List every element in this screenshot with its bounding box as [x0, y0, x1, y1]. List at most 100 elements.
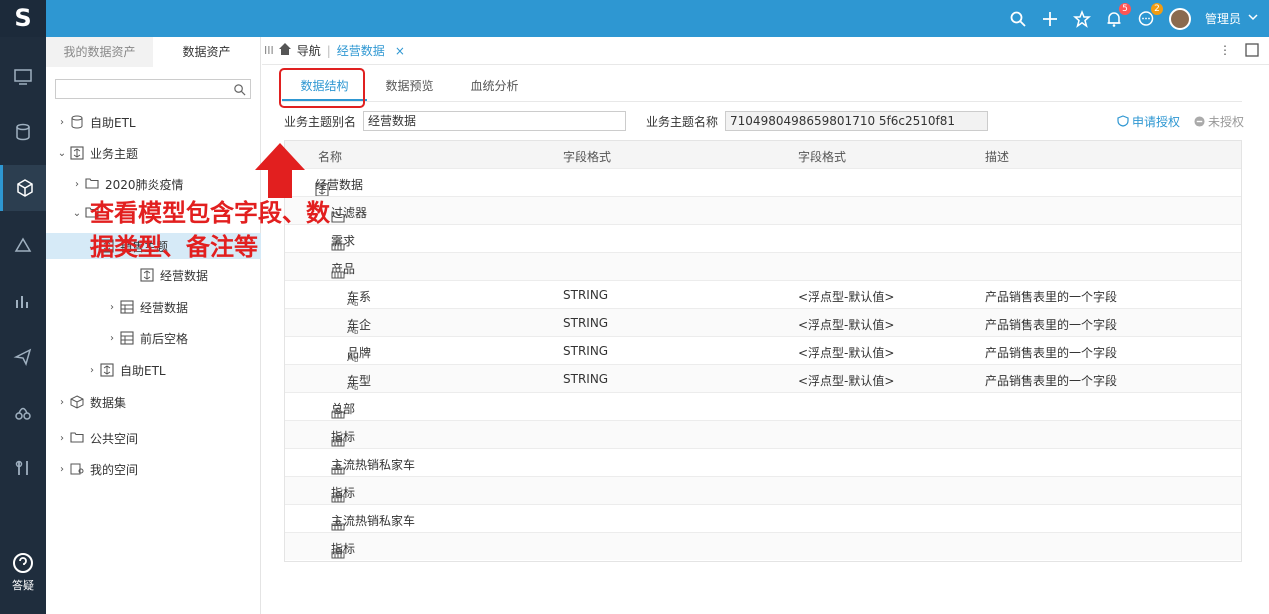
tree-item[interactable]: ⌄ 业务主题 — [46, 140, 261, 166]
table-row[interactable]: 指标 — [285, 420, 1241, 448]
svg-text:A: A — [347, 353, 354, 363]
table-row[interactable]: 产品 — [285, 252, 1241, 280]
tree-item[interactable]: › 2020肺炎疫情 — [46, 171, 261, 197]
tree-item-label: 我的空间 — [90, 462, 139, 477]
table-row[interactable]: Ab 车系 STRING <浮点型-默认值> 产品销售表里的一个字段 — [285, 280, 1241, 308]
window-icon[interactable] — [1245, 43, 1259, 60]
search-icon[interactable] — [1009, 10, 1027, 28]
tab-lineage[interactable]: 血统分析 — [452, 75, 537, 101]
cell-name: 主流热销私家车 — [331, 456, 415, 475]
svg-text:b: b — [354, 356, 359, 363]
close-icon[interactable]: × — [395, 44, 405, 58]
table-row[interactable]: 经营数据 — [285, 168, 1241, 197]
database-icon[interactable] — [0, 109, 46, 155]
minus-circle-icon — [1194, 115, 1205, 127]
search-icon[interactable] — [233, 83, 246, 96]
home-icon[interactable] — [278, 42, 292, 59]
alias-label: 业务主题别名 — [284, 114, 357, 129]
cell-desc: 产品销售表里的一个字段 — [985, 318, 1118, 332]
cell-desc: 产品销售表里的一个字段 — [985, 346, 1118, 360]
auth-status: 未授权 — [1194, 113, 1244, 130]
topic-icon — [70, 146, 86, 160]
monitor-icon[interactable] — [0, 54, 46, 100]
chevron-right-icon[interactable]: › — [56, 397, 68, 408]
text-field-icon: Ab — [347, 379, 361, 392]
tools-icon[interactable] — [0, 445, 46, 491]
table-row[interactable]: 总部 — [285, 392, 1241, 420]
folder-icon — [331, 211, 345, 223]
search-input[interactable] — [55, 79, 251, 99]
tab-data-preview[interactable]: 数据预览 — [367, 75, 452, 101]
cell-name: 指标 — [331, 540, 355, 559]
tree-item-label: 前后空格 — [140, 331, 189, 346]
tree-item[interactable]: › 数据集 — [46, 389, 261, 415]
tab-business-data[interactable]: 经营数据 — [337, 42, 385, 59]
analysis-icon[interactable] — [0, 222, 46, 268]
app-logo[interactable]: S — [0, 0, 46, 37]
table-row[interactable]: 指标 — [285, 476, 1241, 504]
apply-auth-label: 申请授权 — [1131, 114, 1180, 129]
topic-icon — [140, 268, 156, 282]
tree-item-label: 业务主题 — [90, 146, 139, 161]
table-row[interactable]: 主流热销私家车 — [285, 448, 1241, 476]
table-row[interactable]: Ab 品牌 STRING <浮点型-默认值> 产品销售表里的一个字段 — [285, 336, 1241, 364]
cell-name: Ab 车系 — [347, 290, 372, 308]
col-format: 字段格式 — [798, 150, 847, 164]
message-icon[interactable]: 2 — [1137, 2, 1163, 28]
tree-item-label: 数据集 — [90, 395, 127, 410]
bell-badge: 5 — [1118, 2, 1131, 15]
chevron-right-icon[interactable]: › — [86, 365, 98, 376]
user-name[interactable]: 管理员 — [1205, 10, 1241, 27]
tree-item[interactable]: › 公共空间 — [46, 425, 261, 451]
table-icon — [120, 300, 136, 314]
table-row[interactable]: Ab 车企 STRING <浮点型-默认值> 产品销售表里的一个字段 — [285, 308, 1241, 336]
tree-item[interactable]: › 自助ETL — [46, 357, 261, 383]
help-button[interactable]: 答疑 — [0, 552, 46, 593]
folder-icon — [70, 431, 86, 445]
cell-name: 过滤器 — [331, 204, 367, 223]
apply-auth-button[interactable]: 申请授权 — [1117, 113, 1180, 130]
chevron-right-icon[interactable]: › — [56, 433, 68, 444]
cell-name: Ab 车企 — [347, 318, 372, 336]
avatar[interactable] — [1168, 7, 1191, 30]
tab-my-assets[interactable]: 我的数据资产 — [46, 37, 153, 67]
chevron-down-icon[interactable] — [1247, 11, 1259, 26]
name-field: 7104980498659801710 5f6c2510f81 — [725, 111, 989, 131]
table-row[interactable]: 需求 — [285, 224, 1241, 252]
send-icon[interactable] — [0, 334, 46, 380]
chevron-down-icon[interactable]: ⌄ — [56, 148, 68, 159]
menu-toggle-icon[interactable]: III — [264, 44, 274, 57]
table-row[interactable]: 主流热销私家车 — [285, 504, 1241, 532]
cell-name: 主流热销私家车 — [331, 512, 415, 531]
chart-icon[interactable] — [0, 278, 46, 324]
alias-field[interactable]: 经营数据 — [363, 111, 627, 131]
table-row[interactable]: 指标 — [285, 532, 1241, 560]
tree-item[interactable]: 经营数据 — [46, 262, 261, 288]
dimension-icon — [331, 435, 345, 447]
chevron-right-icon[interactable]: › — [106, 333, 118, 344]
panel-tabs: 我的数据资产 数据资产 — [46, 37, 260, 67]
more-icon[interactable]: ⋮ — [1219, 43, 1231, 60]
add-icon[interactable] — [1041, 10, 1059, 28]
chevron-down-icon[interactable]: ⌄ — [71, 208, 83, 219]
cube-icon[interactable] — [0, 165, 46, 211]
chevron-right-icon[interactable]: › — [56, 464, 68, 475]
tree-item[interactable]: › 经营数据 — [46, 294, 261, 320]
table-icon — [120, 331, 136, 345]
chevron-right-icon[interactable]: › — [71, 179, 83, 190]
cell-fmt: <浮点型-默认值> — [798, 346, 895, 360]
star-icon[interactable] — [1072, 9, 1091, 28]
tree-item[interactable]: › 我的空间 — [46, 456, 261, 482]
nav-link[interactable]: 导航 — [297, 42, 321, 59]
auth-status-label: 未授权 — [1207, 114, 1244, 129]
tree-item[interactable]: › 自助ETL — [46, 109, 261, 135]
flow-icon[interactable] — [0, 389, 46, 435]
chevron-right-icon[interactable]: › — [106, 302, 118, 313]
tree-item[interactable]: › 前后空格 — [46, 325, 261, 351]
table-row[interactable]: 过滤器 — [285, 196, 1241, 224]
bell-icon[interactable]: 5 — [1105, 2, 1131, 28]
chevron-right-icon[interactable]: › — [56, 117, 68, 128]
tab-data-assets[interactable]: 数据资产 — [153, 37, 260, 67]
table-row[interactable]: Ab 车型 STRING <浮点型-默认值> 产品销售表里的一个字段 — [285, 364, 1241, 392]
cell-name: 总部 — [331, 400, 355, 419]
